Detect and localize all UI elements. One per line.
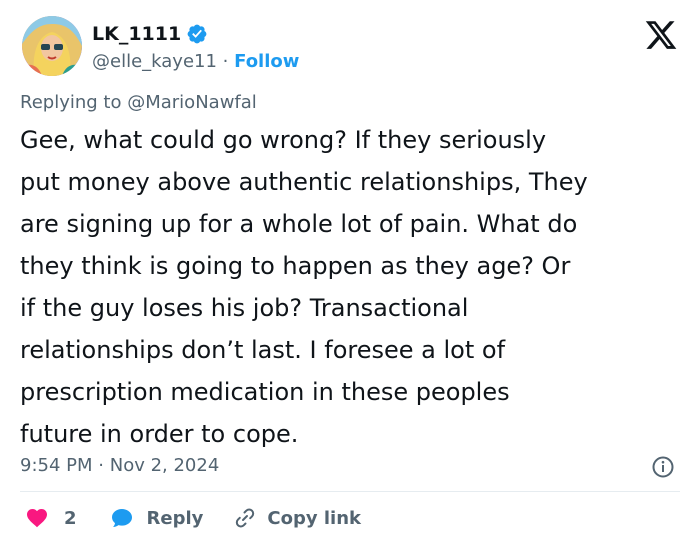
like-button[interactable]: 2 bbox=[24, 506, 77, 530]
author-handle[interactable]: @elle_kaye11 bbox=[92, 51, 217, 72]
name-row: LK_1111 bbox=[92, 22, 208, 46]
handle-row: @elle_kaye11 · Follow bbox=[92, 50, 299, 74]
heart-icon bbox=[27, 509, 47, 528]
reply-label: Reply bbox=[146, 507, 204, 529]
post-time: 9:54 PM bbox=[20, 455, 93, 476]
avatar[interactable] bbox=[22, 16, 82, 76]
replying-to: Replying to @MarioNawfal bbox=[20, 92, 257, 113]
link-icon bbox=[236, 508, 255, 528]
info-icon[interactable] bbox=[651, 455, 675, 479]
post-header: LK_1111 @elle_kaye11 · Follow bbox=[20, 14, 680, 80]
verified-badge-icon bbox=[187, 24, 207, 44]
divider bbox=[20, 491, 680, 492]
post-timestamp[interactable]: 9:54 PM · Nov 2, 2024 bbox=[20, 455, 219, 476]
like-count: 2 bbox=[64, 507, 77, 529]
follow-button[interactable]: Follow bbox=[234, 51, 299, 72]
reply-button[interactable]: Reply bbox=[109, 506, 204, 530]
meta-separator: · bbox=[98, 455, 104, 476]
display-name[interactable]: LK_1111 bbox=[92, 22, 181, 46]
reply-bubble-icon bbox=[111, 509, 132, 527]
replying-prefix: Replying to bbox=[20, 92, 122, 113]
replying-to-mention[interactable]: @MarioNawfal bbox=[127, 92, 257, 113]
copy-link-button[interactable]: Copy link bbox=[233, 506, 361, 530]
post-date: Nov 2, 2024 bbox=[109, 455, 220, 476]
handle-separator: · bbox=[222, 51, 229, 72]
x-logo-icon[interactable] bbox=[644, 18, 678, 52]
post-text: Gee, what could go wrong? If they seriou… bbox=[20, 126, 588, 448]
action-bar: 2 Reply Copy link bbox=[24, 504, 361, 532]
copy-link-label: Copy link bbox=[267, 507, 361, 529]
